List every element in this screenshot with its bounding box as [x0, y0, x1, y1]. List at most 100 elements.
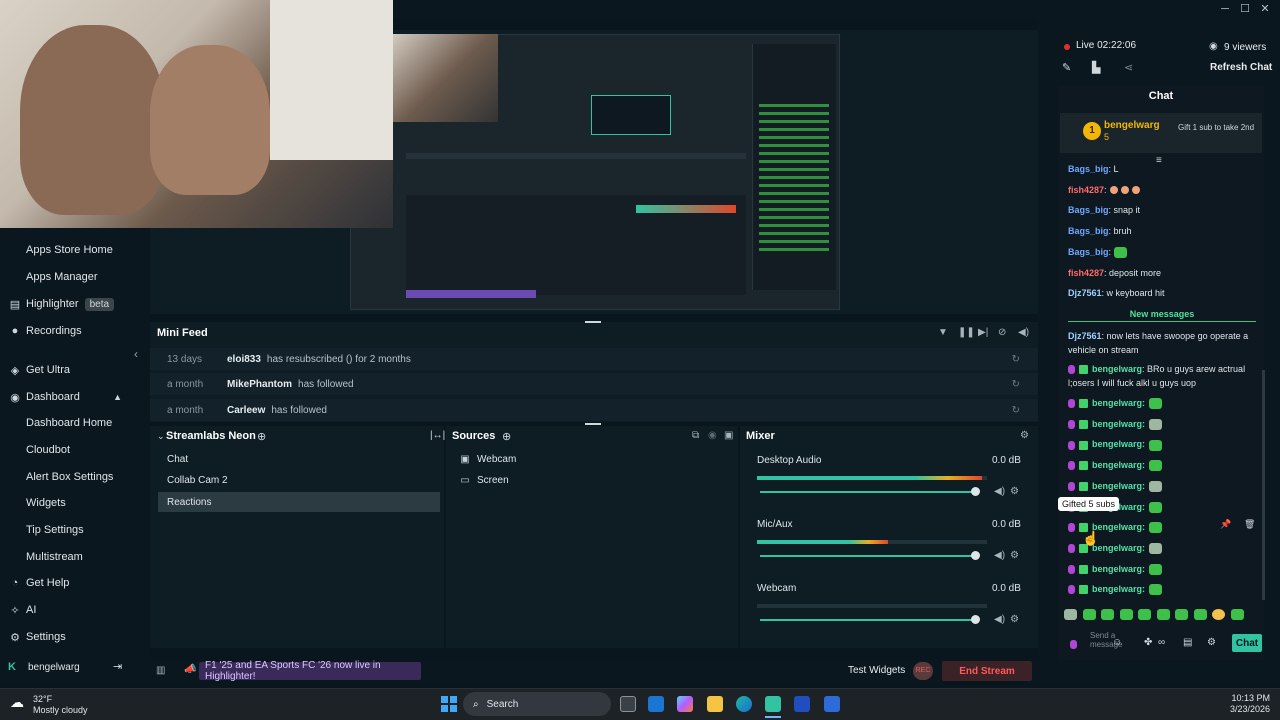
new-messages-divider[interactable]: New messages: [1068, 309, 1256, 322]
record-button[interactable]: REC: [913, 662, 933, 680]
pause-icon[interactable]: ❚❚: [958, 327, 975, 338]
channel-settings-icon[interactable]: ⚙: [1010, 550, 1019, 561]
scene-item-chat[interactable]: Chat: [158, 449, 440, 469]
dashboard-icon[interactable]: ▙: [1092, 61, 1100, 74]
chat-send-button[interactable]: Chat: [1232, 634, 1262, 652]
chevron-up-icon[interactable]: ▲: [113, 392, 122, 402]
chat-username[interactable]: bengelwarg:: [1092, 419, 1145, 429]
chat-username[interactable]: Bags_big: [1068, 247, 1109, 257]
sidebar-item-get-help[interactable]: ◔ Get Help: [0, 572, 150, 594]
news-banner[interactable]: F1 '25 and EA Sports FC '26 now live in …: [199, 660, 421, 682]
emote-bar[interactable]: [1064, 608, 1254, 622]
stats-icon[interactable]: ▥: [156, 665, 165, 676]
mute-alerts-icon[interactable]: ⊘: [998, 327, 1006, 338]
maximize-button[interactable]: ☐: [1236, 2, 1254, 16]
feed-user[interactable]: Carleew: [227, 405, 265, 416]
replay-icon[interactable]: ↻: [1012, 405, 1020, 416]
replay-icon[interactable]: ↻: [1012, 379, 1020, 390]
edit-icon[interactable]: ✎: [1062, 61, 1071, 74]
chat-username[interactable]: bengelwarg:: [1092, 481, 1145, 491]
emote-icon[interactable]: [1119, 609, 1133, 620]
filter-icon[interactable]: ▼: [938, 327, 948, 338]
emote-icon[interactable]: [1064, 609, 1077, 620]
scene-item-collab-cam-2[interactable]: Collab Cam 2: [158, 471, 440, 491]
emoji-icon[interactable]: ☺: [1112, 637, 1122, 648]
defender-icon[interactable]: [794, 696, 810, 712]
sidebar-username[interactable]: bengelwarg: [28, 662, 80, 673]
extensions-icon[interactable]: ✤: [1144, 637, 1152, 648]
chat-username[interactable]: bengelwarg:: [1092, 398, 1145, 408]
sidebar-item-get-ultra[interactable]: ◈ Get Ultra: [0, 359, 150, 381]
minimize-button[interactable]: ─: [1216, 2, 1234, 16]
emote-icon[interactable]: [1230, 609, 1244, 620]
copilot-icon[interactable]: [677, 696, 693, 712]
file-explorer-icon[interactable]: [707, 696, 723, 712]
sidebar-item-cloudbot[interactable]: Cloudbot: [0, 439, 150, 461]
emote-icon[interactable]: [1138, 609, 1151, 620]
chat-username[interactable]: Djz7561: [1068, 331, 1102, 341]
sidebar-item-apps-manager[interactable]: Apps Manager: [0, 266, 150, 288]
feed-user[interactable]: eloi833: [227, 354, 261, 365]
chat-settings-icon[interactable]: ⚙: [1207, 637, 1216, 648]
link-icon[interactable]: ∞: [1158, 637, 1165, 648]
chat-username[interactable]: Djz7561: [1068, 288, 1102, 298]
chat-username[interactable]: fish4287: [1068, 268, 1104, 278]
mute-icon[interactable]: ◀): [994, 614, 1005, 625]
task-view-icon[interactable]: [620, 696, 636, 712]
sidebar-item-recordings[interactable]: ● Recordings: [0, 320, 150, 342]
sidebar-item-widgets[interactable]: Widgets: [0, 492, 150, 514]
volume-slider[interactable]: [760, 551, 980, 560]
collapse-sidebar-icon[interactable]: ‹: [134, 347, 138, 361]
chevron-down-icon[interactable]: ⌄: [157, 431, 165, 442]
end-stream-button[interactable]: End Stream: [942, 661, 1032, 681]
sidebar-item-alert-box-settings[interactable]: Alert Box Settings: [0, 466, 150, 488]
chat-username[interactable]: Bags_big: [1068, 164, 1109, 174]
taskbar-clock[interactable]: 10:13 PM 3/23/2026: [1228, 693, 1270, 715]
group-icon[interactable]: ⧉: [692, 430, 699, 441]
volume-slider-knob[interactable]: [971, 615, 980, 624]
sidebar-item-tip-settings[interactable]: Tip Settings: [0, 519, 150, 541]
refresh-chat-button[interactable]: Refresh Chat: [1210, 62, 1272, 73]
sidebar-item-ai[interactable]: ✧ AI: [0, 599, 150, 621]
visibility-icon[interactable]: ◉: [708, 430, 717, 441]
emote-icon[interactable]: [1156, 609, 1170, 620]
close-button[interactable]: ✕: [1256, 2, 1274, 16]
source-item-screen[interactable]: ▭ Screen: [452, 470, 508, 490]
mute-icon[interactable]: ◀): [994, 486, 1005, 497]
chat-username[interactable]: fish4287: [1068, 185, 1104, 195]
delete-icon[interactable]: 🗑: [1244, 519, 1255, 530]
source-settings-icon[interactable]: ▣: [724, 430, 733, 441]
mixer-settings-icon[interactable]: ⚙: [1020, 430, 1029, 441]
resize-handle[interactable]: [585, 321, 601, 323]
emote-icon[interactable]: [1175, 609, 1188, 620]
feed-user[interactable]: MikePhantom: [227, 379, 292, 390]
streamlabs-icon[interactable]: [765, 696, 781, 712]
scene-item-reactions[interactable]: Reactions: [158, 492, 440, 512]
photos-icon[interactable]: [824, 696, 840, 712]
volume-slider-knob[interactable]: [971, 487, 980, 496]
chat-username[interactable]: bengelwarg:: [1092, 439, 1145, 449]
skip-icon[interactable]: ▶|: [978, 327, 988, 338]
sidebar-item-apps-store-home[interactable]: Apps Store Home: [0, 239, 150, 261]
chat-username[interactable]: bengelwarg:: [1092, 564, 1145, 574]
chat-username[interactable]: bengelwarg:: [1092, 543, 1145, 553]
resize-handle[interactable]: [585, 423, 601, 425]
emote-icon[interactable]: [1101, 609, 1114, 620]
volume-slider[interactable]: [760, 615, 980, 624]
sidebar-item-highlighter[interactable]: ▤ Highlighter beta: [0, 293, 150, 315]
volume-slider-knob[interactable]: [971, 551, 980, 560]
chat-username[interactable]: bengelwarg:: [1092, 522, 1145, 532]
volume-icon[interactable]: ◀): [1018, 327, 1029, 338]
emote-icon[interactable]: [1193, 609, 1207, 620]
sidebar-item-dashboard-home[interactable]: Dashboard Home: [0, 412, 150, 434]
scene-transition-icon[interactable]: |↔|: [430, 430, 445, 441]
source-item-webcam[interactable]: ▣ Webcam: [452, 449, 516, 469]
replay-icon[interactable]: ↻: [1012, 354, 1020, 365]
pin-icon[interactable]: 📌: [1220, 519, 1231, 530]
chat-username[interactable]: bengelwarg:: [1092, 584, 1145, 594]
chat-username[interactable]: Bags_big: [1068, 226, 1109, 236]
emote-icon[interactable]: [1082, 609, 1096, 620]
chat-scrollbar[interactable]: [1262, 370, 1265, 600]
channel-settings-icon[interactable]: ⚙: [1010, 486, 1019, 497]
sidebar-item-multistream[interactable]: Multistream: [0, 546, 150, 568]
